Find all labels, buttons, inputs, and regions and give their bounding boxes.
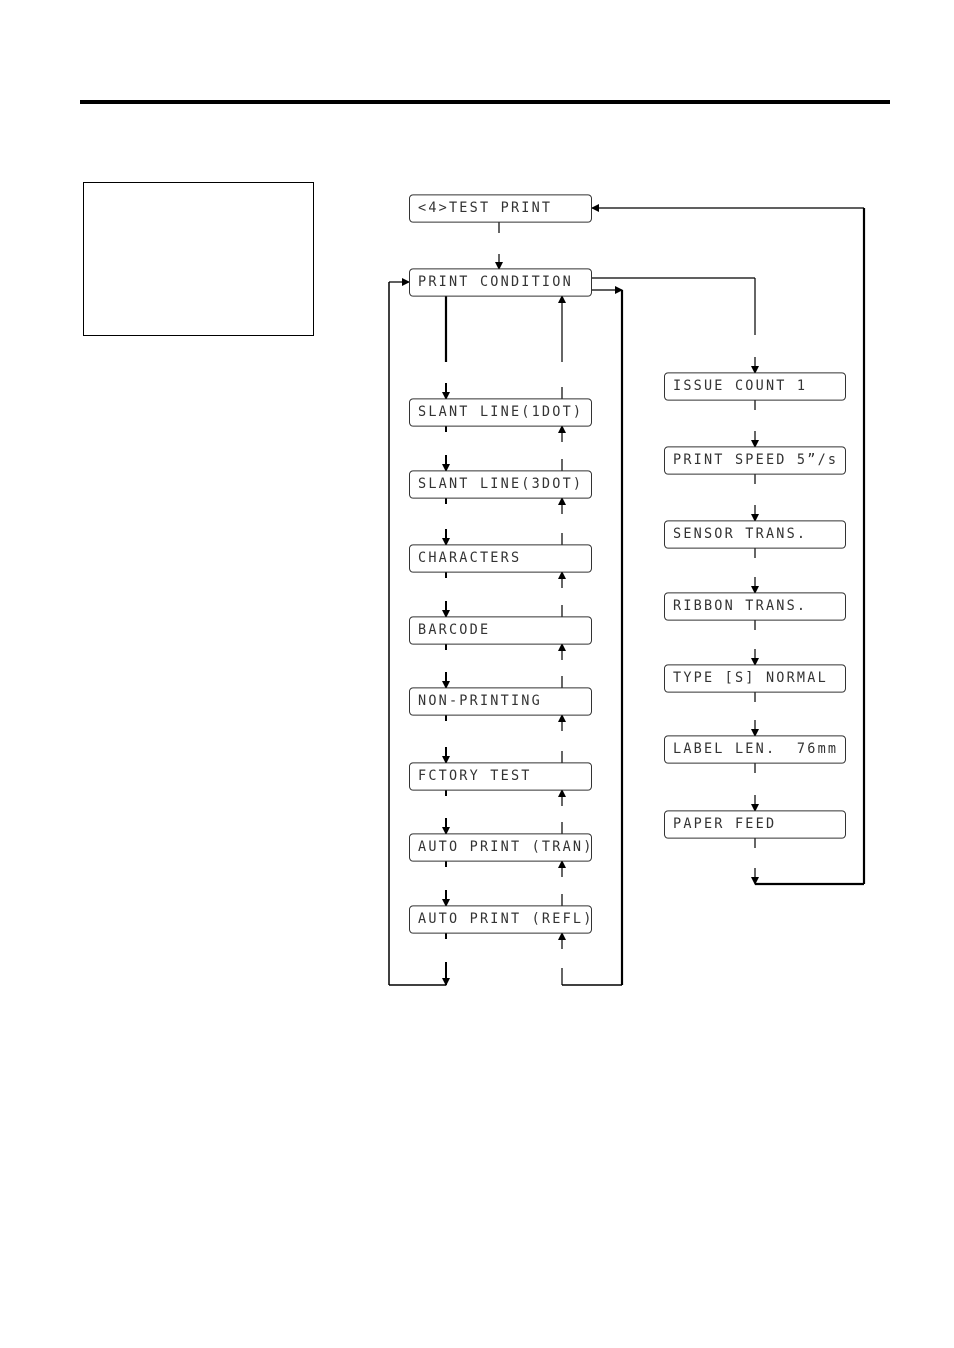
menu-box-left-item: AUTO PRINT (TRAN)	[409, 833, 592, 862]
menu-box-right-item: PRINT SPEED 5”/s	[664, 446, 846, 475]
menu-box-right-item: PAPER FEED	[664, 810, 846, 839]
menu-box-right-item: RIBBON TRANS.	[664, 592, 846, 621]
menu-box-test-print: <4>TEST PRINT	[409, 194, 592, 223]
menu-box-left-item: CHARACTERS	[409, 544, 592, 573]
menu-box-right-item: TYPE [S] NORMAL	[664, 664, 846, 693]
menu-box-print-condition: PRINT CONDITION	[409, 268, 592, 297]
menu-box-left-item: SLANT LINE(3DOT)	[409, 470, 592, 499]
menu-box-left-item: SLANT LINE(1DOT)	[409, 398, 592, 427]
menu-box-right-item: ISSUE COUNT 1	[664, 372, 846, 401]
menu-box-left-item: FCTORY TEST	[409, 762, 592, 791]
menu-box-right-item: SENSOR TRANS.	[664, 520, 846, 549]
menu-box-left-item: BARCODE	[409, 616, 592, 645]
menu-box-left-item: NON-PRINTING	[409, 687, 592, 716]
menu-box-right-item: LABEL LEN. 76mm	[664, 735, 846, 764]
menu-box-left-item: AUTO PRINT (REFL)	[409, 905, 592, 934]
